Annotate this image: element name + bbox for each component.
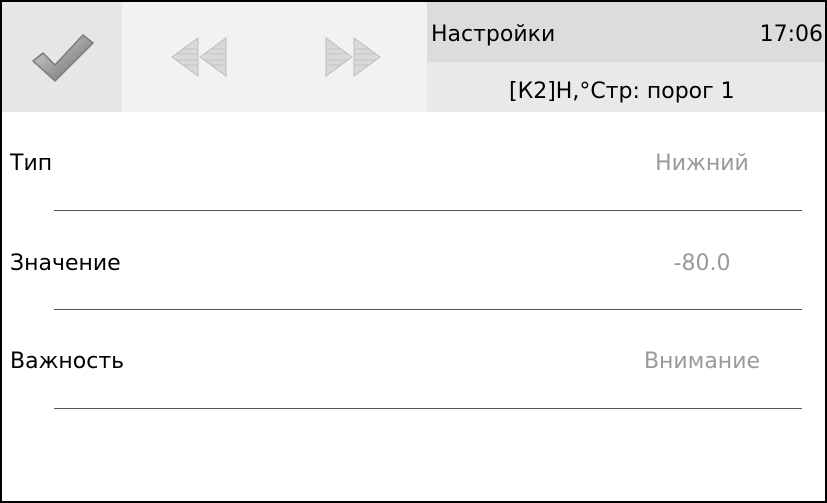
toolbar: Настройки 17:06 [К2]Н,°Стр: порог 1 <box>2 2 825 112</box>
double-right-arrow-icon <box>325 37 381 77</box>
confirm-button[interactable] <box>2 2 122 112</box>
next-button[interactable] <box>277 2 427 112</box>
setting-label-value: Значение <box>10 251 121 276</box>
checkmark-icon <box>32 34 94 82</box>
divider <box>54 309 802 310</box>
setting-label-importance: Важность <box>10 349 125 374</box>
page-subtitle: [К2]Н,°Стр: порог 1 <box>509 79 735 104</box>
page-title: Настройки <box>431 22 556 47</box>
header-panel: Настройки 17:06 [К2]Н,°Стр: порог 1 <box>427 2 825 112</box>
previous-button[interactable] <box>122 2 277 112</box>
double-left-arrow-icon <box>170 37 226 77</box>
setting-value-type[interactable]: Нижний <box>592 151 812 176</box>
setting-label-type: Тип <box>10 151 53 176</box>
setting-value-value[interactable]: -80.0 <box>592 251 812 276</box>
setting-value-importance[interactable]: Внимание <box>592 349 812 374</box>
clock-time: 17:06 <box>759 22 823 47</box>
divider <box>54 210 802 211</box>
screen-frame: Настройки 17:06 [К2]Н,°Стр: порог 1 Тип … <box>0 0 827 503</box>
divider <box>54 408 802 409</box>
